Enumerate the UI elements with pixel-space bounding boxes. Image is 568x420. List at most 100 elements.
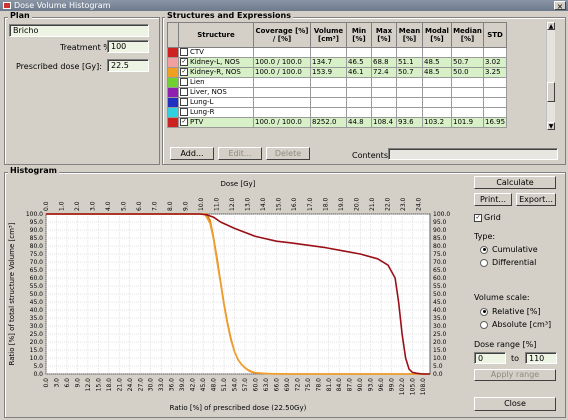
cell-coverage <box>253 87 311 98</box>
dose-range-from-field[interactable]: 0 <box>474 352 506 364</box>
structure-color-swatch[interactable] <box>167 67 179 78</box>
column-header-max[interactable]: Max [%] <box>371 22 397 48</box>
top-tick-label: 24.0 <box>415 197 422 211</box>
cumulative-radio[interactable]: Cumulative <box>480 245 538 254</box>
structure-name-cell[interactable]: ✓ Kidney-R, NOS <box>178 67 254 78</box>
volume-scale-label: Volume scale: <box>474 293 530 302</box>
cell-mean: 93.6 <box>396 117 423 128</box>
plan-name-field[interactable]: Bricho <box>9 24 149 37</box>
scroll-down-arrow-icon[interactable]: ▼ <box>547 122 555 130</box>
x-tick-label: 24.0 <box>127 378 134 392</box>
add-structure-button[interactable]: Add... <box>170 147 214 160</box>
delete-structure-button[interactable]: Delete <box>266 147 310 160</box>
structure-name-cell[interactable]: ✓ PTV <box>178 117 254 128</box>
structure-checkbox[interactable] <box>180 88 188 96</box>
export-button[interactable]: Export... <box>516 193 556 206</box>
structures-scrollbar[interactable]: ▲ ▼ <box>546 22 555 130</box>
column-header-min[interactable]: Min [%] <box>346 22 372 48</box>
prescribed-dose-field[interactable]: 22.5 <box>107 59 149 72</box>
cell-min <box>346 97 372 108</box>
relative-radio[interactable]: Relative [%] <box>480 307 541 316</box>
top-tick-label: 2.0 <box>74 201 81 211</box>
contents-field[interactable] <box>388 148 558 160</box>
structure-name-cell[interactable]: CTV <box>178 47 254 58</box>
structure-name-cell[interactable]: ✓ Kidney-L, NOS <box>178 57 254 68</box>
absolute-radio[interactable]: Absolute [cm³] <box>480 320 551 329</box>
column-header-structure[interactable]: Structure <box>178 22 254 48</box>
scroll-up-arrow-icon[interactable]: ▲ <box>547 22 555 30</box>
cell-modal <box>422 107 452 118</box>
color-swatch-icon <box>168 88 178 97</box>
table-row[interactable]: Lung-L <box>167 97 508 108</box>
structure-color-swatch[interactable] <box>167 117 179 128</box>
table-row[interactable]: ✓ Kidney-L, NOS 100.0 / 100.0 134.7 46.5 68.8… <box>167 57 508 68</box>
table-row[interactable]: Liver, NOS <box>167 87 508 98</box>
structure-checkbox[interactable]: ✓ <box>180 58 188 66</box>
structure-checkbox[interactable] <box>180 108 188 116</box>
column-header-coverage[interactable]: Coverage [%] / [%] <box>253 22 311 48</box>
color-swatch-icon <box>168 108 178 117</box>
y-tick-label-right: 30.0 <box>433 323 447 330</box>
x-tick-label: 42.0 <box>190 378 197 392</box>
y-tick-label-left: 75.0 <box>30 251 44 258</box>
structure-color-swatch[interactable] <box>167 47 179 58</box>
y-tick-label-right: 25.0 <box>433 331 447 338</box>
top-tick-label: 22.0 <box>384 197 391 211</box>
column-header-modal[interactable]: Modal [%] <box>422 22 452 48</box>
grid-checkbox-label: Grid <box>484 213 501 222</box>
cell-coverage <box>253 107 311 118</box>
cell-mean <box>396 77 423 88</box>
cell-modal: 48.5 <box>422 57 452 68</box>
structure-checkbox[interactable] <box>180 98 188 106</box>
structure-color-swatch[interactable] <box>167 77 179 88</box>
structure-name-cell[interactable]: Liver, NOS <box>178 87 254 98</box>
close-window-button[interactable]: × <box>554 1 566 11</box>
column-header-std[interactable]: STD <box>482 22 508 48</box>
structure-checkbox[interactable]: ✓ <box>180 68 188 76</box>
y-tick-label-left: 25.0 <box>30 331 44 338</box>
y-tick-label-left: 65.0 <box>30 267 44 274</box>
edit-structure-button[interactable]: Edit... <box>218 147 262 160</box>
scroll-thumb[interactable] <box>547 82 555 102</box>
color-swatch-icon <box>168 98 178 107</box>
structure-color-swatch[interactable] <box>167 87 179 98</box>
top-tick-label: 20.0 <box>353 197 360 211</box>
close-button[interactable]: Close <box>474 397 556 411</box>
x-axis-title: Ratio [%] of prescribed dose (22.50Gy) <box>170 404 307 412</box>
structure-name-cell[interactable]: Lung-R <box>178 107 254 118</box>
y-tick-label-left: 85.0 <box>30 235 44 242</box>
structure-name-cell[interactable]: Lien <box>178 77 254 88</box>
top-tick-label: 5.0 <box>121 201 128 211</box>
dose-range-label: Dose range [%] <box>474 340 537 349</box>
structure-color-swatch[interactable] <box>167 97 179 108</box>
structure-name: Lung-L <box>190 98 214 107</box>
dose-range-to-field[interactable]: 110 <box>525 352 557 364</box>
structure-name-cell[interactable]: Lung-L <box>178 97 254 108</box>
x-tick-label: 102.0 <box>399 378 406 395</box>
x-tick-label: 12.0 <box>85 378 92 392</box>
differential-radio-icon <box>480 258 488 267</box>
structure-checkbox[interactable]: ✓ <box>180 118 188 126</box>
apply-range-button[interactable]: Apply range <box>474 369 556 381</box>
structure-color-swatch[interactable] <box>167 107 179 118</box>
y-tick-label-right: 40.0 <box>433 307 447 314</box>
structure-checkbox[interactable] <box>180 78 188 86</box>
calculate-button[interactable]: Calculate <box>474 176 556 189</box>
table-row[interactable]: ✓ PTV 100.0 / 100.0 8252.0 44.8 108.4 93.6 103.… <box>167 117 508 128</box>
column-header-volume[interactable]: Volume [cm³] <box>310 22 347 48</box>
table-row[interactable]: Lung-R <box>167 107 508 118</box>
differential-radio[interactable]: Differential <box>480 258 536 267</box>
structure-color-swatch[interactable] <box>167 57 179 68</box>
y-tick-label-left: 30.0 <box>30 323 44 330</box>
x-tick-label: 60.0 <box>252 378 259 392</box>
treatment-percent-field[interactable]: 100 <box>107 40 149 53</box>
table-row[interactable]: CTV <box>167 47 508 58</box>
print-button[interactable]: Print... <box>474 193 512 206</box>
column-header-mean[interactable]: Mean [%] <box>396 22 423 48</box>
column-header-median[interactable]: Median [%] <box>451 22 484 48</box>
grid-checkbox[interactable]: ✓ Grid <box>474 213 501 222</box>
structure-checkbox[interactable] <box>180 48 188 56</box>
table-row[interactable]: Lien <box>167 77 508 88</box>
top-tick-label: 4.0 <box>105 201 112 211</box>
table-row[interactable]: ✓ Kidney-R, NOS 100.0 / 100.0 153.9 46.1 72.4… <box>167 67 508 78</box>
